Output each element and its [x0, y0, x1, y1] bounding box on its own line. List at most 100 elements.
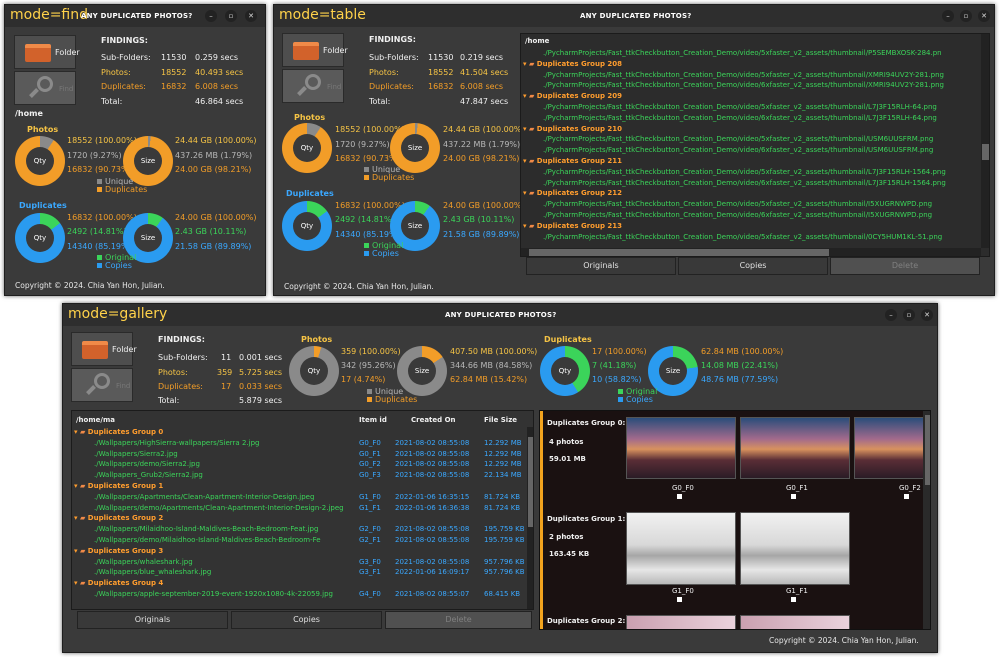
vertical-scrollbar[interactable]: [923, 411, 930, 629]
minimize-icon[interactable]: –: [205, 10, 217, 22]
tree-item[interactable]: ./PycharmProjects/Fast_ttkCheckbutton_Cr…: [543, 71, 944, 79]
tree-label: ./Wallpapers/HighSierra-wallpapers/Sierr…: [94, 438, 260, 447]
tab-originals[interactable]: Originals: [77, 611, 228, 629]
minimize-icon[interactable]: –: [942, 10, 954, 22]
gallery-group-count: 4 photos: [549, 438, 584, 446]
gallery-panel[interactable]: Duplicates Group 0: 4 photos 59.01 MB G0…: [539, 410, 931, 630]
tree-label: ./PycharmProjects/Fast_ttkCheckbutton_Cr…: [543, 49, 942, 57]
close-icon[interactable]: ✕: [245, 10, 257, 22]
tree-group[interactable]: ▾ ▰ Duplicates Group 4: [74, 579, 354, 587]
select-checkbox[interactable]: [677, 597, 682, 602]
stat-label: Duplicates:: [158, 382, 203, 391]
folder-button[interactable]: Folder: [71, 332, 137, 366]
tree-view[interactable]: /home ./PycharmProjects/Fast_ttkCheckbut…: [520, 33, 990, 257]
tree-view[interactable]: /home/ma Item id Created On File Size ▾ …: [71, 410, 534, 610]
photos-size-dup: 24.00 GB (98.21%): [443, 154, 520, 163]
tree-item[interactable]: ./Wallpapers/whaleshark.jpg: [94, 558, 356, 566]
column-path[interactable]: /home/ma: [76, 416, 115, 424]
photos-size-total: 407.50 MB (100.00%): [450, 347, 538, 356]
tree-item[interactable]: ./Wallpapers_Grub2/Sierra2.jpg: [94, 471, 356, 479]
tree-item[interactable]: ./Wallpapers/demo/Apartments/Clean-Apart…: [94, 504, 356, 512]
horizontal-scrollbar[interactable]: [521, 248, 981, 256]
tab-originals[interactable]: Originals: [526, 257, 676, 275]
cell-date: 2021-08-02 08:55:08: [395, 536, 470, 544]
folder-button[interactable]: Folder: [14, 35, 80, 69]
column-created-on[interactable]: Created On: [411, 416, 456, 424]
folder-icon: ▰: [528, 189, 537, 198]
close-icon[interactable]: ✕: [978, 10, 990, 22]
tree-item[interactable]: ./PycharmProjects/Fast_ttkCheckbutton_Cr…: [543, 81, 944, 89]
tree-item[interactable]: ./Wallpapers/Apartments/Clean-Apartment-…: [94, 493, 356, 501]
tree-label: ./Wallpapers/whaleshark.jpg: [94, 557, 193, 566]
close-icon[interactable]: ✕: [921, 309, 933, 321]
photos-qty-dup: 16832 (90.73%): [67, 165, 132, 174]
column-file-size[interactable]: File Size: [484, 416, 517, 424]
select-checkbox[interactable]: [791, 494, 796, 499]
tree-item[interactable]: ./PycharmProjects/Fast_ttkCheckbutton_Cr…: [543, 200, 932, 208]
maximize-icon[interactable]: ▫: [225, 10, 237, 22]
vertical-scrollbar[interactable]: [981, 34, 989, 248]
maximize-icon[interactable]: ▫: [960, 10, 972, 22]
delete-button[interactable]: Delete: [830, 257, 980, 275]
photo-thumbnail[interactable]: [740, 615, 850, 629]
delete-button[interactable]: Delete: [385, 611, 532, 629]
tree-group[interactable]: ▾ ▰ Duplicates Group 2: [74, 514, 354, 522]
tree-group[interactable]: ▾ ▰ Duplicates Group 211: [523, 157, 622, 165]
find-button[interactable]: Find: [282, 69, 344, 103]
select-checkbox[interactable]: [677, 494, 682, 499]
tree-group[interactable]: ▾ ▰ Duplicates Group 212: [523, 189, 622, 197]
tree-item[interactable]: ./Wallpapers/HighSierra-wallpapers/Sierr…: [94, 439, 356, 447]
cell-id: G0_F3: [359, 471, 381, 480]
dup-qty-original: 2492 (14.81%): [335, 215, 395, 224]
photo-thumbnail[interactable]: [740, 417, 850, 479]
tree-item[interactable]: ./PycharmProjects/Fast_ttkCheckbutton_Cr…: [543, 211, 932, 219]
cell-id: G1_F1: [359, 503, 381, 512]
tree-group[interactable]: ▾ ▰ Duplicates Group 210: [523, 125, 622, 133]
tree-item[interactable]: ./PycharmProjects/Fast_ttkCheckbutton_Cr…: [543, 103, 937, 111]
photo-thumbnail[interactable]: [626, 512, 736, 585]
tree-group[interactable]: ▾ ▰ Duplicates Group 0: [74, 428, 354, 436]
tree-item[interactable]: ./PycharmProjects/Fast_ttkCheckbutton_Cr…: [543, 146, 933, 154]
find-button[interactable]: Find: [71, 368, 133, 402]
vertical-scrollbar[interactable]: [527, 427, 533, 609]
tree-group[interactable]: ▾ ▰ Duplicates Group 1: [74, 482, 354, 490]
find-button[interactable]: Find: [14, 71, 76, 105]
tree-item[interactable]: ./PycharmProjects/Fast_ttkCheckbutton_Cr…: [543, 114, 937, 122]
folder-button[interactable]: Folder: [282, 33, 348, 67]
select-checkbox[interactable]: [904, 494, 909, 499]
legend-duplicates: Duplicates: [97, 185, 147, 194]
tree-group[interactable]: ▾ ▰ Duplicates Group 208: [523, 60, 622, 68]
photo-thumbnail[interactable]: [854, 417, 930, 479]
cell-id: G2_F0: [359, 525, 381, 534]
tree-group[interactable]: ▾ ▰ Duplicates Group 3: [74, 547, 354, 555]
tree-group[interactable]: ▾ ▰ Duplicates Group 213: [523, 222, 622, 230]
magnifier-icon: [37, 76, 53, 92]
tree-item[interactable]: ./Wallpapers/demo/Sierra2.jpg: [94, 460, 356, 468]
stat-count: 18552: [428, 68, 454, 77]
photo-thumbnail[interactable]: [626, 417, 736, 479]
tree-item[interactable]: ./Wallpapers/Sierra2.jpg: [94, 450, 356, 458]
tree-item[interactable]: ./Wallpapers/apple-september-2019-event-…: [94, 590, 356, 598]
tab-copies[interactable]: Copies: [678, 257, 828, 275]
photo-thumbnail[interactable]: [740, 512, 850, 585]
minimize-icon[interactable]: –: [885, 309, 897, 321]
tree-item[interactable]: ./PycharmProjects/Fast_ttkCheckbutton_Cr…: [543, 49, 942, 57]
select-checkbox[interactable]: [791, 597, 796, 602]
photo-thumbnail[interactable]: [626, 615, 736, 629]
dup-qty-original: 7 (41.18%): [592, 361, 637, 370]
column-item-id[interactable]: Item id: [359, 416, 387, 424]
tree-label: Duplicates Group 211: [536, 157, 623, 165]
photo-id: G0_F0: [672, 484, 694, 492]
tab-copies[interactable]: Copies: [231, 611, 382, 629]
findings-title: FINDINGS:: [158, 335, 205, 344]
tree-item[interactable]: ./Wallpapers/Milaidhoo-Island-Maldives-B…: [94, 525, 356, 533]
tree-item[interactable]: ./PycharmProjects/Fast_ttkCheckbutton_Cr…: [543, 233, 942, 241]
tree-item[interactable]: ./Wallpapers/blue_whaleshark.jpg: [94, 568, 356, 576]
tree-item[interactable]: ./Wallpapers/demo/Milaidhoo-Island-Maldi…: [94, 536, 356, 544]
tree-item[interactable]: ./PycharmProjects/Fast_ttkCheckbutton_Cr…: [543, 179, 946, 187]
tree-item[interactable]: ./PycharmProjects/Fast_ttkCheckbutton_Cr…: [543, 168, 946, 176]
tree-group[interactable]: ▾ ▰ Duplicates Group 209: [523, 92, 622, 100]
folder-icon: ▰: [79, 428, 88, 436]
tree-item[interactable]: ./PycharmProjects/Fast_ttkCheckbutton_Cr…: [543, 135, 933, 143]
maximize-icon[interactable]: ▫: [903, 309, 915, 321]
